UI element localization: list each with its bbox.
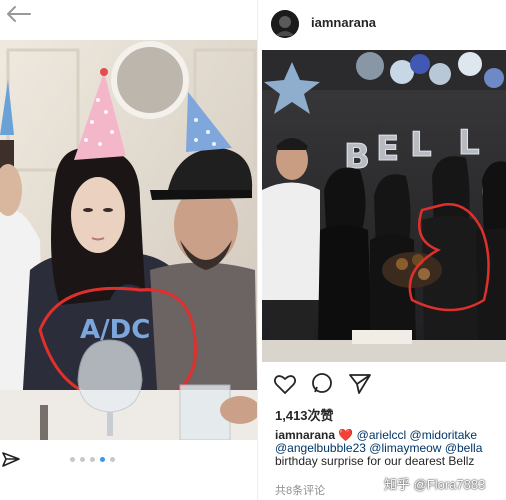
mention[interactable]: @angelbubble23 [275,441,366,455]
group-photo: B E L L [262,50,506,362]
carousel-dot[interactable] [70,457,75,462]
right-post: iamnarana B E L L 1,413次赞 iamnarana ❤️ @… [258,0,506,500]
watermark: 知乎 @Flora7883 [384,477,486,492]
left-post: A/DC [0,0,258,500]
back-button[interactable] [4,2,34,26]
caption-line-3: birthday surprise for our dearest Bellz [275,454,475,468]
heart-icon[interactable] [273,372,297,396]
carousel-indicator [70,457,115,462]
post-header: iamnarana [258,0,506,50]
likes-count[interactable]: 1,413次赞 [275,405,334,424]
carousel-dot[interactable] [110,457,115,462]
username[interactable]: iamnarana [311,15,376,30]
send-icon[interactable] [348,372,372,396]
post-actions [258,368,506,398]
mention[interactable]: @limaymeow [369,441,441,455]
post-caption: iamnarana ❤️ @arielccl @midoritake @ange… [275,429,506,468]
left-post-actions [0,440,258,500]
carousel-dot[interactable] [90,457,95,462]
left-post-photo[interactable]: A/DC [0,40,258,440]
share-icon[interactable] [2,451,20,469]
party-photo: A/DC [0,40,258,440]
avatar-image [271,10,299,38]
svg-text:E: E [376,129,399,169]
carousel-dot[interactable] [80,457,85,462]
right-post-photo[interactable]: B E L L [262,50,506,362]
avatar[interactable] [271,10,299,38]
svg-text:L: L [410,125,432,165]
mention[interactable]: @bella [445,441,483,455]
comment-icon[interactable] [310,372,334,396]
back-arrow-icon [7,6,31,22]
carousel-dot-active[interactable] [100,457,105,462]
view-comments-link[interactable]: 共8条评论 [275,482,325,498]
